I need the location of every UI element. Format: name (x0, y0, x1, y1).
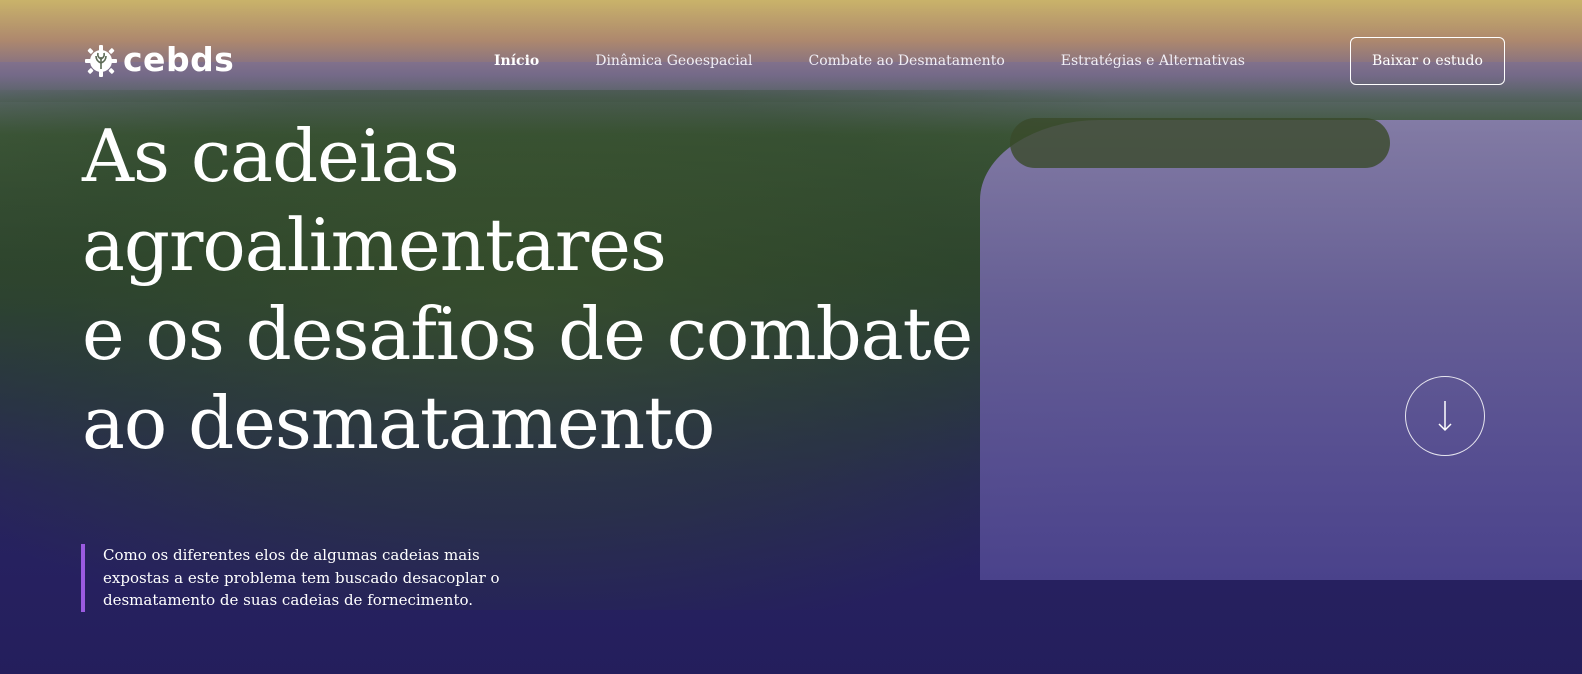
scroll-down-button[interactable] (1405, 376, 1485, 456)
page-title: As cadeias agroalimentares e os desafios… (82, 112, 973, 468)
main-nav: Início Dinâmica Geoespacial Combate ao D… (494, 52, 1301, 70)
download-study-button[interactable]: Baixar o estudo (1350, 37, 1505, 85)
hero-background-shore (1010, 118, 1390, 168)
site-header: cebds Início Dinâmica Geoespacial Combat… (0, 0, 1582, 120)
hero-section: cebds Início Dinâmica Geoespacial Combat… (0, 0, 1582, 674)
hero-background-lake (980, 120, 1582, 580)
gear-leaf-icon (85, 45, 117, 77)
nav-item-dinamica-geoespacial[interactable]: Dinâmica Geoespacial (595, 52, 752, 70)
arrow-down-icon (1438, 401, 1452, 432)
nav-item-combate-desmatamento[interactable]: Combate ao Desmatamento (809, 52, 1005, 70)
headline-line: ao desmatamento (82, 381, 715, 465)
headline-line: As cadeias (82, 114, 460, 198)
nav-item-inicio[interactable]: Início (494, 52, 539, 70)
hero-description: Como os diferentes elos de algumas cadei… (81, 544, 501, 612)
brand-logo[interactable]: cebds (83, 42, 234, 78)
headline-line: e os desafios de combate (82, 292, 973, 376)
brand-name: cebds (123, 40, 235, 79)
nav-item-estrategias-alternativas[interactable]: Estratégias e Alternativas (1061, 52, 1245, 70)
headline-line: agroalimentares (82, 203, 667, 287)
